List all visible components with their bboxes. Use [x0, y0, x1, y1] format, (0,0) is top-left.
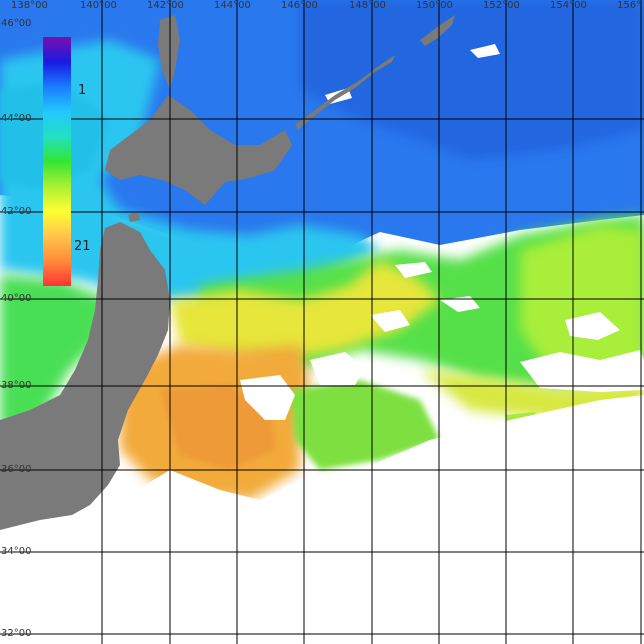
- lat-label-40: 40°00: [1, 293, 32, 304]
- lon-label-142: 142°00: [147, 0, 184, 11]
- lon-label-138: 138°00: [11, 0, 48, 11]
- lat-label-32: 32°00: [1, 628, 32, 639]
- lon-label-148: 148°00: [349, 0, 386, 11]
- colorbar: [43, 37, 71, 286]
- lat-label-44: 44°00: [1, 113, 32, 124]
- colorbar-label-max: 21: [74, 239, 91, 254]
- lon-label-146: 146°00: [281, 0, 318, 11]
- sst-map: 138°00 140°00 142°00 144°00 146°00 148°0…: [0, 0, 644, 644]
- map-canvas: [0, 0, 644, 644]
- lat-label-38: 38°00: [1, 380, 32, 391]
- colorbar-label-min: 1: [78, 83, 87, 98]
- lat-label-42: 42°00: [1, 206, 32, 217]
- lat-label-34: 34°00: [1, 546, 32, 557]
- lon-label-154: 154°00: [550, 0, 587, 11]
- lon-label-152: 152°00: [483, 0, 520, 11]
- lat-label-36: 36°00: [1, 464, 32, 475]
- lon-label-144: 144°00: [214, 0, 251, 11]
- lat-label-46: 46°00: [1, 18, 32, 29]
- lon-label-156: 156°: [617, 0, 642, 11]
- lon-label-140: 140°00: [80, 0, 117, 11]
- lon-label-150: 150°00: [416, 0, 453, 11]
